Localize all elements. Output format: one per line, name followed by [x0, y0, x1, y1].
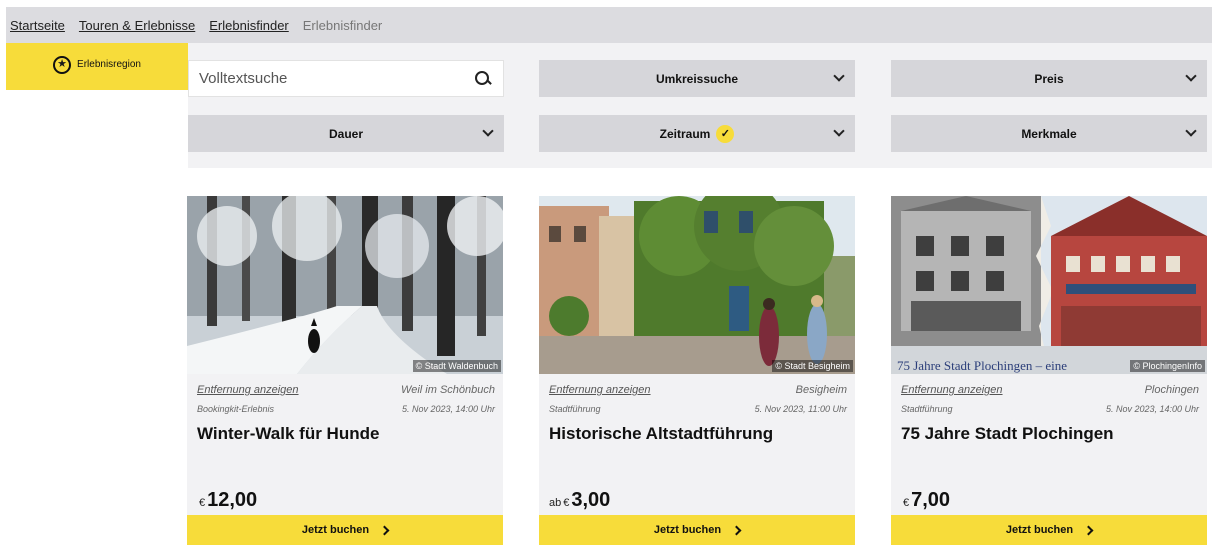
card-price: € 7,00: [901, 489, 950, 512]
card-type: Stadtführung: [549, 404, 601, 414]
filter-panel: ★ Erlebnisregion Umkreissuche Preis Daue…: [6, 43, 1212, 168]
region-tab[interactable]: ★ Erlebnisregion: [6, 43, 188, 90]
breadcrumb: Startseite Touren & Erlebnisse Erlebnisf…: [6, 7, 1212, 43]
dauer-label: Dauer: [328, 126, 363, 141]
town-hall-collage-image: [891, 196, 1207, 374]
chevron-right-icon: [379, 525, 390, 535]
dauer-dropdown[interactable]: Dauer: [188, 115, 504, 152]
old-town-street-image: [539, 196, 855, 374]
chevron-down-icon: [833, 125, 845, 137]
distance-link[interactable]: Entfernung anzeigen: [901, 384, 1003, 396]
region-panel: [6, 90, 188, 168]
umkreissuche-label: Umkreissuche: [655, 71, 739, 86]
price-amount: 7,00: [911, 489, 951, 511]
book-button-label: Jetzt buchen: [653, 524, 722, 536]
chevron-down-icon: [1185, 70, 1197, 82]
zeitraum-label: Zeitraum: [659, 126, 711, 141]
breadcrumb-current: Erlebnisfinder: [302, 17, 383, 33]
star-circle-icon: ★: [53, 55, 72, 74]
card-title[interactable]: Winter-Walk für Hunde: [197, 424, 379, 444]
search-icon[interactable]: [473, 69, 493, 89]
card-price: ab € 3,00: [549, 489, 610, 512]
zeitraum-dropdown[interactable]: Zeitraum ✓: [539, 115, 855, 152]
winter-forest-image: [187, 196, 503, 374]
preis-dropdown[interactable]: Preis: [891, 60, 1207, 97]
chevron-down-icon: [1185, 125, 1197, 137]
book-button-label: Jetzt buchen: [1005, 524, 1074, 536]
currency-symbol: €: [903, 497, 910, 509]
image-caption: 75 Jahre Stadt Plochingen – eine: [897, 358, 1068, 373]
currency-symbol: €: [563, 497, 570, 509]
card-place: Besigheim: [795, 384, 847, 396]
umkreissuche-dropdown[interactable]: Umkreissuche: [539, 60, 855, 97]
breadcrumb-startseite[interactable]: Startseite: [10, 18, 65, 33]
card-image[interactable]: © Stadt Besigheim: [539, 196, 855, 374]
card-date: 5. Nov 2023, 14:00 Uhr: [401, 404, 495, 414]
card-image[interactable]: 75 Jahre Stadt Plochingen – eine © Ploch…: [891, 196, 1207, 374]
card-type: Stadtführung: [901, 404, 953, 414]
breadcrumb-touren-erlebnisse[interactable]: Touren & Erlebnisse: [79, 18, 195, 33]
card-date: 5. Nov 2023, 11:00 Uhr: [754, 404, 847, 414]
card-image[interactable]: © Stadt Waldenbuch: [187, 196, 503, 374]
region-tab-label: Erlebnisregion: [77, 59, 141, 70]
price-amount: 12,00: [207, 489, 258, 511]
breadcrumb-erlebnisfinder[interactable]: Erlebnisfinder: [209, 18, 289, 33]
price-prefix: ab: [549, 497, 562, 509]
currency-symbol: €: [199, 497, 206, 509]
experience-card[interactable]: © Stadt Waldenbuch Entfernung anzeigen W…: [187, 196, 503, 545]
chevron-right-icon: [731, 525, 742, 535]
card-place: Plochingen: [1144, 384, 1199, 396]
merkmale-dropdown[interactable]: Merkmale: [891, 115, 1207, 152]
price-amount: 3,00: [571, 489, 611, 511]
book-button[interactable]: Jetzt buchen: [539, 515, 855, 545]
experience-card[interactable]: 75 Jahre Stadt Plochingen – eine © Ploch…: [891, 196, 1207, 545]
distance-link[interactable]: Entfernung anzeigen: [197, 384, 299, 396]
card-title[interactable]: 75 Jahre Stadt Plochingen: [901, 424, 1114, 444]
image-credit: © Stadt Waldenbuch: [412, 360, 501, 372]
card-title[interactable]: Historische Altstadtführung: [549, 424, 773, 444]
preis-label: Preis: [1034, 71, 1064, 86]
image-credit: © Stadt Besigheim: [772, 360, 853, 372]
card-date: 5. Nov 2023, 14:00 Uhr: [1105, 404, 1199, 414]
card-place: Weil im Schönbuch: [401, 384, 495, 396]
merkmale-label: Merkmale: [1021, 126, 1077, 141]
chevron-down-icon: [482, 125, 494, 137]
experience-card[interactable]: © Stadt Besigheim Entfernung anzeigen Be…: [539, 196, 855, 545]
image-credit: © PlochingenInfo: [1130, 360, 1205, 372]
book-button[interactable]: Jetzt buchen: [891, 515, 1207, 545]
search-input[interactable]: [199, 70, 473, 87]
check-icon: ✓: [716, 124, 735, 143]
card-price: € 12,00: [197, 489, 257, 512]
card-type: Bookingkit-Erlebnis: [197, 404, 275, 414]
search-box: [188, 60, 504, 97]
distance-link[interactable]: Entfernung anzeigen: [549, 384, 651, 396]
book-button-label: Jetzt buchen: [301, 524, 370, 536]
chevron-down-icon: [833, 70, 845, 82]
book-button[interactable]: Jetzt buchen: [187, 515, 503, 545]
chevron-right-icon: [1083, 525, 1094, 535]
